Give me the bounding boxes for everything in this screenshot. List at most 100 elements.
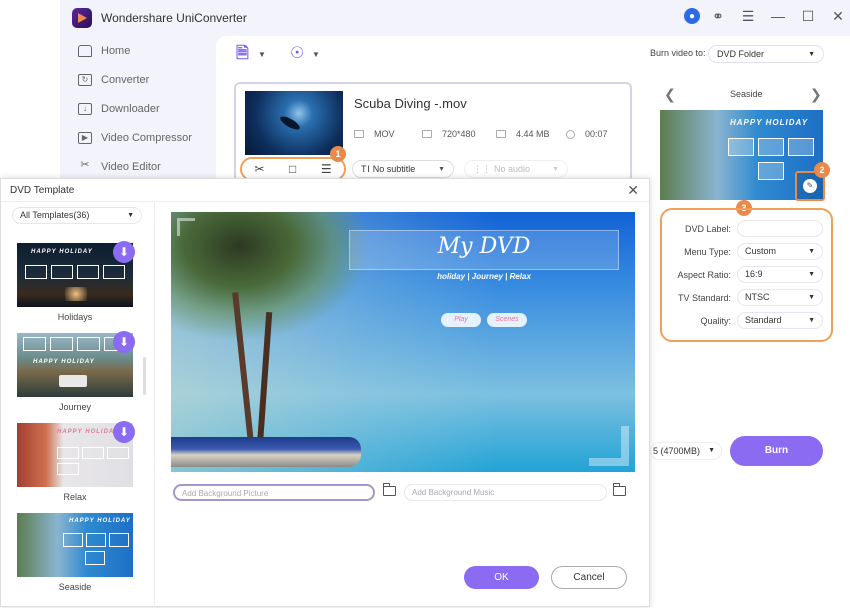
tv-standard-row: TV Standard: NTSC ▼	[662, 289, 831, 307]
template-item-relax[interactable]: HAPPY HOLIDAY ⬇ Relax	[17, 421, 135, 502]
template-item-holidays[interactable]: HAPPY HOLIDAY ⬇ Holidays	[17, 241, 135, 322]
template-filter-select[interactable]: All Templates(36) ▼	[12, 207, 142, 224]
folder-icon[interactable]	[613, 483, 626, 496]
audio-select[interactable]: ⋮⋮ No audio ▼	[464, 160, 568, 178]
audio-icon: ⋮⋮	[473, 163, 491, 174]
background-music-input[interactable]: Add Background Music	[404, 484, 607, 501]
background-picture-input[interactable]: Add Background Picture	[173, 484, 375, 501]
sidebar-item-downloader[interactable]: ↓ Downloader	[60, 94, 215, 123]
burn-button[interactable]: Burn	[730, 436, 823, 466]
aspect-ratio-row: Aspect Ratio: 16:9 ▼	[662, 266, 831, 284]
chevron-down-icon: ▼	[258, 49, 266, 59]
template-list: All Templates(36) ▼ HAPPY HOLIDAY ⬇ Holi…	[1, 202, 155, 608]
template-heading: HAPPY HOLIDAY	[33, 359, 95, 365]
audio-value: No audio	[494, 164, 531, 174]
sidebar-item-video-compressor[interactable]: ▶ Video Compressor	[60, 123, 215, 152]
dvd-title[interactable]: My DVD	[349, 234, 619, 259]
minimize-icon[interactable]: —	[766, 6, 790, 26]
sidebar-item-label: Video Editor	[101, 160, 161, 173]
aspect-ratio-select[interactable]: 16:9 ▼	[737, 266, 823, 283]
quality-select[interactable]: Standard ▼	[737, 312, 823, 329]
sidebar: Home ↻ Converter ↓ Downloader ▶ Video Co…	[60, 36, 215, 181]
crop-icon[interactable]: □	[289, 162, 296, 176]
duration-info: 00:07	[566, 129, 608, 139]
burn-to-value: DVD Folder	[717, 49, 765, 59]
next-template-button[interactable]: ❯	[810, 86, 822, 103]
resolution-value: 720*480	[442, 129, 476, 139]
template-name: Seaside	[730, 89, 763, 99]
folder-icon[interactable]	[383, 483, 396, 496]
chevron-down-icon: ▼	[127, 212, 134, 219]
subtitle-value: No subtitle	[372, 164, 416, 174]
ok-button[interactable]: OK	[464, 566, 539, 589]
add-file-button[interactable]: 🗎 ▼	[236, 46, 266, 62]
aspect-ratio-value: 16:9	[745, 269, 763, 279]
video-format-icon	[354, 130, 364, 138]
chevron-down-icon: ▼	[312, 49, 320, 59]
effects-icon[interactable]: ☰	[321, 162, 332, 176]
burn-to-select[interactable]: DVD Folder ▼	[708, 45, 824, 63]
dvd-label-input[interactable]	[737, 220, 823, 237]
resolution-icon	[422, 130, 432, 138]
download-icon[interactable]: ⬇	[113, 421, 135, 443]
template-name: Relax	[63, 492, 87, 502]
maximize-icon[interactable]: ☐	[796, 6, 820, 26]
quality-label: Quality:	[700, 316, 731, 326]
close-icon[interactable]: ✕	[826, 6, 850, 26]
tv-standard-select[interactable]: NTSC ▼	[737, 289, 823, 306]
duration-value: 00:07	[585, 129, 608, 139]
template-item-journey[interactable]: HAPPY HOLIDAY ⬇ Journey	[17, 331, 135, 412]
template-item-seaside[interactable]: HAPPY HOLIDAY Seaside	[17, 513, 133, 592]
quality-row: Quality: Standard ▼	[662, 312, 831, 330]
corner-decoration	[589, 426, 629, 466]
size-info: 4.44 MB	[496, 129, 550, 139]
aspect-ratio-label: Aspect Ratio:	[677, 270, 731, 280]
dvd-label-label: DVD Label:	[684, 224, 731, 234]
prev-template-button[interactable]: ❮	[664, 86, 676, 103]
download-icon[interactable]: ⬇	[113, 241, 135, 263]
add-disc-button[interactable]: ☉ ▼	[290, 46, 320, 62]
sidebar-item-converter[interactable]: ↻ Converter	[60, 65, 215, 94]
file-card[interactable]: Scuba Diving -.mov MOV 720*480 4.44 MB 0…	[234, 82, 632, 182]
headset-icon[interactable]: ⚭	[706, 6, 730, 26]
subtitle-select[interactable]: T I No subtitle ▼	[352, 160, 454, 178]
format-info: MOV	[354, 129, 395, 139]
menu-icon[interactable]: ☰	[736, 6, 760, 26]
close-icon[interactable]: ✕	[627, 182, 639, 199]
dvd-subnav: holiday | Journey | Relax	[437, 272, 531, 281]
play-button[interactable]: Play	[441, 313, 481, 327]
menu-type-label: Menu Type:	[684, 247, 731, 257]
clock-icon	[566, 129, 575, 139]
sidebar-item-home[interactable]: Home	[60, 36, 215, 65]
edit-icon: ✎	[803, 179, 817, 193]
chevron-down-icon: ▼	[808, 248, 815, 255]
compressor-icon: ▶	[78, 131, 92, 144]
template-name: Journey	[58, 402, 92, 412]
chevron-down-icon: ▼	[808, 294, 815, 301]
chevron-down-icon: ▼	[808, 317, 815, 324]
boat-image	[171, 437, 361, 467]
download-icon[interactable]: ⬇	[113, 331, 135, 353]
burn-settings-panel: Burn video to: DVD Folder ▼ ❮ Seaside ❯ …	[650, 36, 850, 490]
burn-to-label: Burn video to:	[650, 48, 706, 58]
disc-size-select[interactable]: 5 (4700MB) ▼	[650, 442, 722, 460]
chevron-down-icon: ▼	[552, 165, 559, 173]
menu-type-select[interactable]: Custom ▼	[737, 243, 823, 260]
template-filter-value: All Templates(36)	[20, 210, 90, 220]
disc-size-value: 5 (4700MB)	[653, 446, 701, 456]
editor-icon: ✂	[80, 158, 90, 171]
trim-icon[interactable]: ✂	[254, 162, 264, 176]
template-heading: HAPPY HOLIDAY	[31, 249, 93, 255]
sidebar-item-video-editor[interactable]: ✂ Video Editor	[60, 152, 215, 181]
user-icon[interactable]: ●	[684, 8, 700, 24]
template-heading: HAPPY HOLIDAY	[730, 118, 809, 127]
template-preview-large: My DVD holiday | Journey | Relax Play Sc…	[171, 212, 635, 472]
template-list-scrollbar[interactable]	[143, 357, 146, 395]
cancel-button[interactable]: Cancel	[551, 566, 627, 589]
size-value: 4.44 MB	[516, 129, 550, 139]
step-badge-1: 1	[330, 146, 346, 162]
template-heading: HAPPY HOLIDAY	[69, 518, 131, 524]
tv-standard-label: TV Standard:	[677, 293, 731, 303]
scenes-button[interactable]: Scenes	[487, 313, 527, 327]
quality-value: Standard	[745, 315, 782, 325]
